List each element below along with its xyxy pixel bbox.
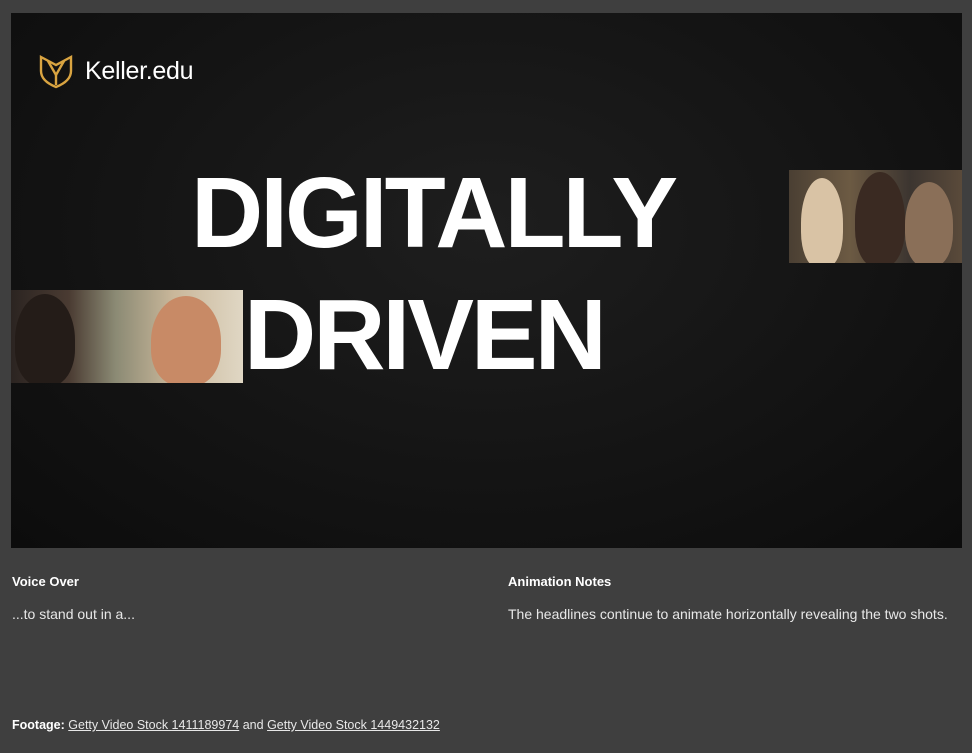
brand-logo: Keller.edu — [39, 53, 194, 89]
video-frame: Keller.edu DIGITALLY DRIVEN — [11, 13, 962, 548]
footage-label: Footage: — [12, 718, 65, 732]
voice-over-section: Voice Over ...to stand out in a... — [12, 574, 472, 625]
voice-over-text: ...to stand out in a... — [12, 606, 135, 622]
keller-shield-icon — [39, 55, 73, 89]
animation-notes-title: Animation Notes — [508, 574, 612, 589]
footage-credits: Footage: Getty Video Stock 1411189974 an… — [12, 718, 440, 732]
brand-name: Keller.edu — [85, 56, 194, 85]
footage-joiner: and — [242, 718, 264, 732]
footage-shot-meeting-image — [11, 290, 243, 383]
headline-line-1: DIGITALLY — [191, 157, 678, 269]
footage-link-1[interactable]: Getty Video Stock 1411189974 — [68, 718, 239, 732]
animation-notes-section: Animation Notes The headlines continue t… — [508, 574, 948, 625]
voice-over-title: Voice Over — [12, 574, 79, 589]
footage-link-2[interactable]: Getty Video Stock 1449432132 — [267, 718, 440, 732]
animation-notes-text: The headlines continue to animate horizo… — [508, 606, 948, 622]
headline-line-2: DRIVEN — [244, 279, 607, 391]
footage-shot-group-image — [789, 170, 962, 263]
